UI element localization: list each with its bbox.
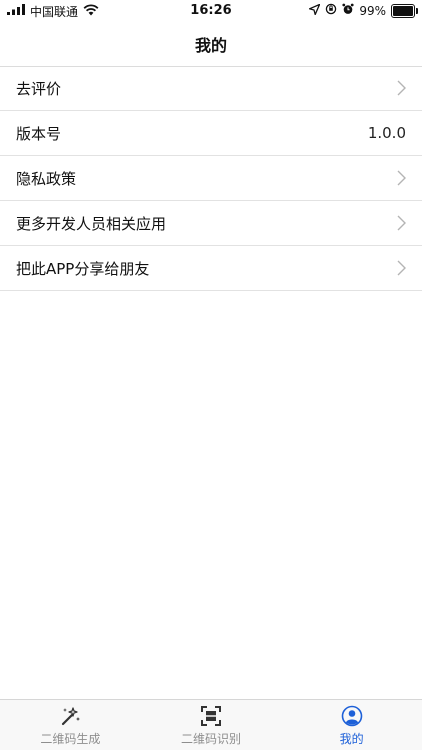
chevron-right-icon [396, 79, 406, 97]
status-right: 99% [309, 3, 418, 19]
list-item-label: 版本号 [16, 124, 62, 143]
status-bar: 中国联通 16:26 99% [0, 0, 422, 22]
page-title: 我的 [194, 36, 227, 55]
chevron-right-icon [396, 169, 406, 187]
version-value: 1.0.0 [367, 124, 406, 142]
user-icon [341, 705, 363, 727]
screen: 中国联通 16:26 99% 我的 去评价 版本号 1.0.0 隐私政策 更多开… [0, 0, 422, 750]
tab-label: 二维码生成 [40, 732, 101, 746]
chevron-right-icon [396, 259, 406, 277]
battery-icon [391, 4, 418, 18]
navigation-bar: 我的 [0, 22, 422, 67]
list-item-rate[interactable]: 去评价 [0, 66, 422, 111]
orientation-lock-icon [325, 3, 337, 19]
list-item-version: 版本号 1.0.0 [0, 111, 422, 156]
list-item-label: 把此APP分享给朋友 [16, 259, 150, 278]
chevron-right-icon [396, 214, 406, 232]
list-item-privacy-policy[interactable]: 隐私政策 [0, 156, 422, 201]
scan-icon [200, 705, 222, 727]
battery-level [393, 6, 413, 16]
list-item-share-app[interactable]: 把此APP分享给朋友 [0, 246, 422, 291]
alarm-icon [342, 3, 354, 19]
magic-wand-icon [59, 705, 81, 727]
tab-bar: 二维码生成 二维码识别 我的 [0, 699, 422, 750]
list-item-more-apps[interactable]: 更多开发人员相关应用 [0, 201, 422, 246]
tab-label: 我的 [339, 732, 364, 746]
tab-mine[interactable]: 我的 [281, 700, 422, 750]
list-item-label: 更多开发人员相关应用 [16, 214, 167, 233]
list-item-label: 去评价 [16, 79, 62, 98]
tab-label: 二维码识别 [181, 732, 242, 746]
location-arrow-icon [309, 3, 321, 19]
battery-percent: 99% [359, 4, 386, 18]
tab-qr-generate[interactable]: 二维码生成 [0, 700, 141, 750]
list-item-label: 隐私政策 [16, 169, 77, 188]
settings-list: 去评价 版本号 1.0.0 隐私政策 更多开发人员相关应用 把此APP分享给朋友 [0, 66, 422, 291]
tab-qr-scan[interactable]: 二维码识别 [141, 700, 282, 750]
